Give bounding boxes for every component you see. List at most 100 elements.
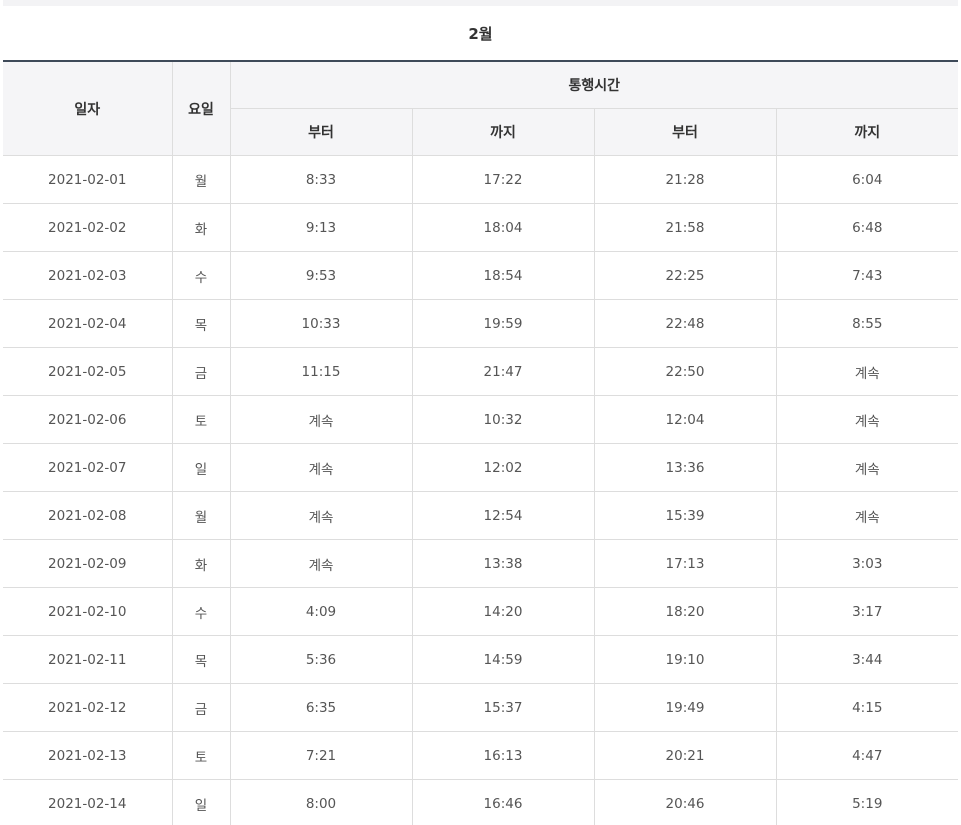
from-time-1-cell: 10:33 [229,299,413,348]
to-time-2-cell: 7:43 [775,251,959,300]
header-row-main: 일자 요일 통행시간 [3,60,959,156]
header-from-2: 부터 [593,108,777,156]
table-body: 2021-02-01 월 8:33 17:22 21:28 6:04 2021-02-02 화… [3,155,959,825]
from-time-2-cell: 22:25 [593,251,777,300]
table-row: 2021-02-06 토 계속 10:32 12:04 계속 [3,395,959,444]
to-time-1-cell: 12:02 [411,443,595,492]
date-cell: 2021-02-02 [3,203,173,252]
from-time-2-cell: 18:20 [593,587,777,636]
table-caption: 2월 [468,24,493,43]
from-time-2-cell: 12:04 [593,395,777,444]
date-cell: 2021-02-08 [3,491,173,540]
to-time-2-cell: 5:19 [775,779,959,825]
to-time-2-cell: 계속 [775,443,959,492]
to-time-1-cell: 16:13 [411,731,595,780]
from-time-1-cell: 9:13 [229,203,413,252]
weekday-cell: 토 [171,395,231,444]
weekday-cell: 금 [171,347,231,396]
weekday-cell: 월 [171,155,231,204]
weekday-cell: 월 [171,491,231,540]
to-time-2-cell: 6:04 [775,155,959,204]
to-time-2-cell: 계속 [775,491,959,540]
from-time-1-cell: 계속 [229,443,413,492]
table-row: 2021-02-03 수 9:53 18:54 22:25 7:43 [3,251,959,300]
table-header: 일자 요일 통행시간 부터 까지 부터 까지 [3,60,959,156]
from-time-1-cell: 계속 [229,395,413,444]
table-row: 2021-02-10 수 4:09 14:20 18:20 3:17 [3,587,959,636]
to-time-1-cell: 19:59 [411,299,595,348]
from-time-2-cell: 22:48 [593,299,777,348]
to-time-2-cell: 3:44 [775,635,959,684]
passage-time-table: 일자 요일 통행시간 부터 까지 부터 까지 2021-02-01 월 8:33 17… [3,60,959,825]
weekday-cell: 수 [171,587,231,636]
from-time-1-cell: 계속 [229,491,413,540]
to-time-1-cell: 18:54 [411,251,595,300]
header-to-1: 까지 [411,108,595,156]
table-row: 2021-02-08 월 계속 12:54 15:39 계속 [3,491,959,540]
weekday-cell: 목 [171,299,231,348]
date-cell: 2021-02-13 [3,731,173,780]
to-time-1-cell: 14:20 [411,587,595,636]
from-time-2-cell: 19:10 [593,635,777,684]
from-time-1-cell: 7:21 [229,731,413,780]
date-cell: 2021-02-06 [3,395,173,444]
date-cell: 2021-02-09 [3,539,173,588]
to-time-1-cell: 16:46 [411,779,595,825]
to-time-2-cell: 3:17 [775,587,959,636]
weekday-cell: 일 [171,779,231,825]
table-row: 2021-02-01 월 8:33 17:22 21:28 6:04 [3,155,959,204]
table-row: 2021-02-13 토 7:21 16:13 20:21 4:47 [3,731,959,780]
date-cell: 2021-02-10 [3,587,173,636]
to-time-1-cell: 13:38 [411,539,595,588]
table-row: 2021-02-02 화 9:13 18:04 21:58 6:48 [3,203,959,252]
date-cell: 2021-02-14 [3,779,173,825]
weekday-cell: 토 [171,731,231,780]
page: 2월 일자 요일 통행시간 부터 까지 부터 까지 2021-02-01 월 8:3… [0,0,961,825]
table-row: 2021-02-05 금 11:15 21:47 22:50 계속 [3,347,959,396]
date-cell: 2021-02-11 [3,635,173,684]
weekday-cell: 일 [171,443,231,492]
to-time-1-cell: 14:59 [411,635,595,684]
from-time-1-cell: 6:35 [229,683,413,732]
date-cell: 2021-02-04 [3,299,173,348]
from-time-1-cell: 계속 [229,539,413,588]
to-time-2-cell: 8:55 [775,299,959,348]
weekday-cell: 금 [171,683,231,732]
weekday-cell: 목 [171,635,231,684]
header-from-1: 부터 [230,108,413,156]
to-time-2-cell: 3:03 [775,539,959,588]
from-time-2-cell: 15:39 [593,491,777,540]
from-time-2-cell: 19:49 [593,683,777,732]
weekday-cell: 화 [171,203,231,252]
to-time-2-cell: 계속 [775,347,959,396]
date-cell: 2021-02-07 [3,443,173,492]
from-time-2-cell: 22:50 [593,347,777,396]
from-time-1-cell: 4:09 [229,587,413,636]
to-time-2-cell: 4:15 [775,683,959,732]
weekday-cell: 화 [171,539,231,588]
from-time-2-cell: 17:13 [593,539,777,588]
header-date: 일자 [3,60,173,156]
to-time-2-cell: 계속 [775,395,959,444]
from-time-1-cell: 8:00 [229,779,413,825]
to-time-1-cell: 15:37 [411,683,595,732]
table-row: 2021-02-11 목 5:36 14:59 19:10 3:44 [3,635,959,684]
date-cell: 2021-02-05 [3,347,173,396]
to-time-2-cell: 4:47 [775,731,959,780]
header-passage-time: 통행시간 [229,60,959,109]
from-time-1-cell: 8:33 [229,155,413,204]
to-time-1-cell: 21:47 [411,347,595,396]
from-time-2-cell: 20:21 [593,731,777,780]
header-to-2: 까지 [775,108,959,156]
from-time-2-cell: 21:58 [593,203,777,252]
table-row: 2021-02-12 금 6:35 15:37 19:49 4:15 [3,683,959,732]
to-time-1-cell: 12:54 [411,491,595,540]
table-row: 2021-02-07 일 계속 12:02 13:36 계속 [3,443,959,492]
to-time-2-cell: 6:48 [775,203,959,252]
from-time-2-cell: 20:46 [593,779,777,825]
table-row: 2021-02-09 화 계속 13:38 17:13 3:03 [3,539,959,588]
to-time-1-cell: 18:04 [411,203,595,252]
weekday-cell: 수 [171,251,231,300]
header-weekday: 요일 [171,60,231,156]
from-time-1-cell: 9:53 [229,251,413,300]
